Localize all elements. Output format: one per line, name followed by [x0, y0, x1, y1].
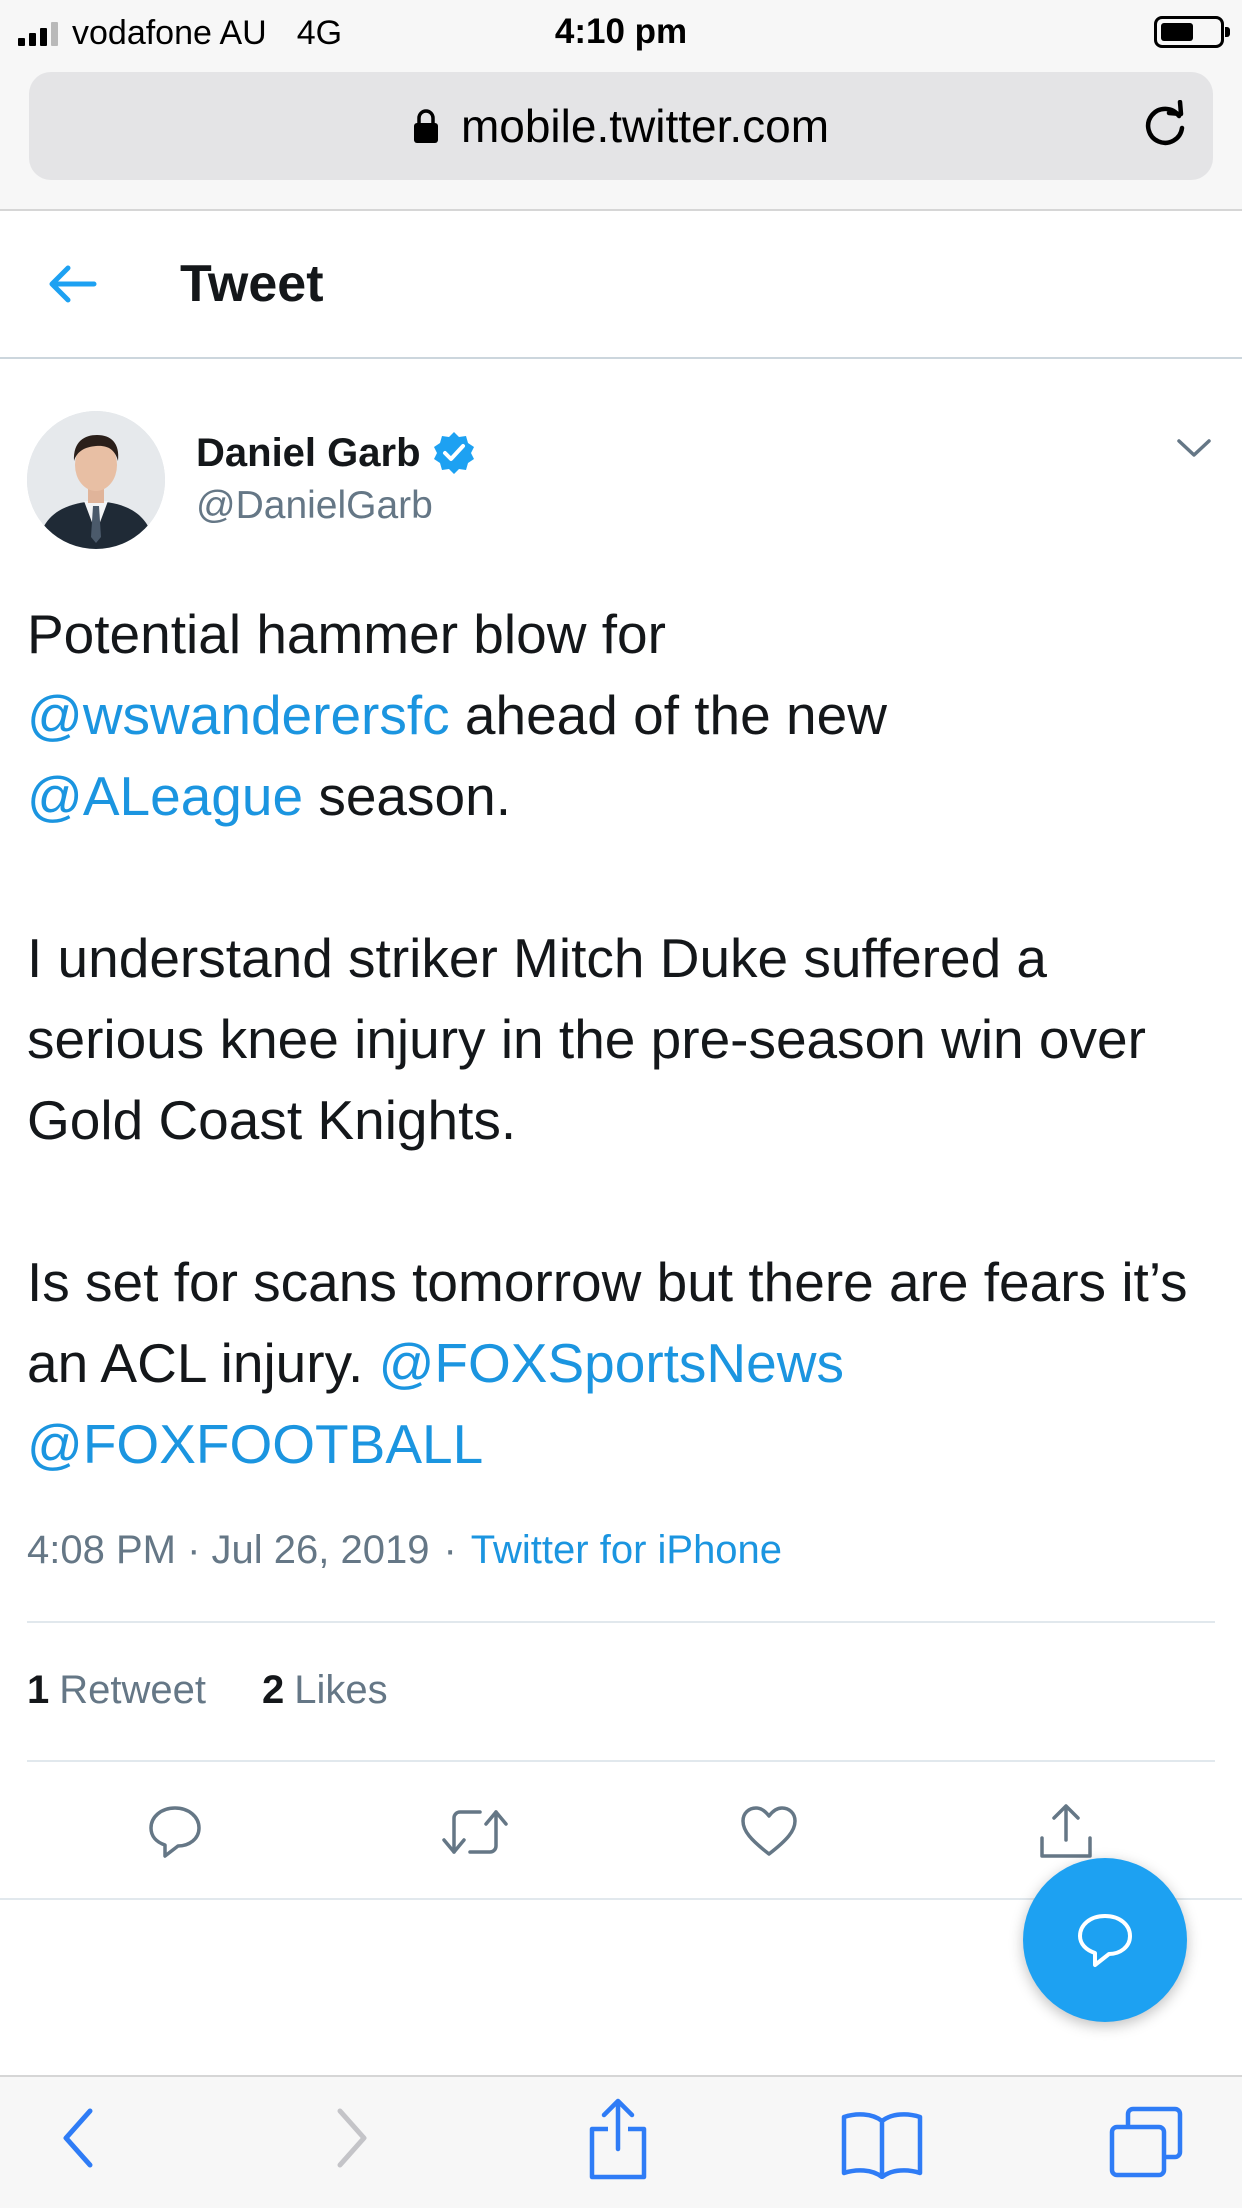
tweet-text-part: ahead of the new — [449, 684, 887, 746]
status-bar: vodafone AU 4G 4:10 pm — [0, 0, 1242, 64]
chevron-down-icon[interactable] — [1175, 433, 1213, 463]
tabs-icon[interactable] — [1106, 2105, 1186, 2186]
status-time: 4:10 pm — [554, 12, 688, 51]
browser-top: mobile.twitter.com — [0, 64, 1242, 211]
tweet-actions — [0, 1800, 1242, 1870]
battery-level — [1161, 23, 1193, 41]
like-stat[interactable]: 2 Likes — [262, 1668, 388, 1713]
reload-icon[interactable] — [1139, 99, 1191, 152]
compose-reply-icon — [1078, 1914, 1132, 1967]
tweet-meta: 4:08 PM · Jul 26, 2019 · Twitter for iPh… — [27, 1528, 782, 1573]
mention-link[interactable]: @ALeague — [27, 765, 303, 827]
share-icon[interactable] — [586, 2097, 650, 2186]
retweet-count: 1 — [27, 1668, 50, 1712]
url-inner: mobile.twitter.com — [29, 72, 1213, 180]
divider — [27, 1621, 1215, 1623]
mention-link[interactable]: @FOXSportsNews — [379, 1332, 844, 1394]
mention-link[interactable]: @FOXFOOTBALL — [27, 1413, 483, 1475]
tweet-source[interactable]: Twitter for iPhone — [471, 1528, 782, 1573]
url-text: mobile.twitter.com — [460, 100, 830, 152]
compose-reply-button[interactable] — [1023, 1858, 1187, 2022]
tweet-stats: 1 Retweet 2 Likes — [27, 1668, 444, 1713]
arrow-left-icon[interactable] — [44, 259, 100, 309]
divider — [27, 1760, 1215, 1762]
share-icon[interactable] — [1034, 1800, 1098, 1864]
battery-icon — [1154, 16, 1230, 48]
tweet-text-part: season. — [303, 765, 511, 827]
avatar[interactable] — [27, 411, 165, 549]
retweet-icon[interactable] — [440, 1800, 510, 1864]
browser-toolbar — [0, 2075, 1242, 2208]
meta-separator: · — [443, 1528, 457, 1572]
bookmarks-icon[interactable] — [840, 2109, 924, 2184]
author-name[interactable]: Daniel Garb — [196, 430, 477, 476]
retweet-stat[interactable]: 1 Retweet — [27, 1668, 206, 1713]
like-label: Likes — [294, 1668, 388, 1712]
like-count: 2 — [262, 1668, 285, 1712]
url-bar[interactable]: mobile.twitter.com — [29, 72, 1213, 180]
author-handle[interactable]: @DanielGarb — [196, 484, 433, 528]
tweet-text-part: Potential hammer blow for — [27, 603, 666, 665]
tweet-text: Potential hammer blow for @wswanderersfc… — [27, 594, 1227, 1485]
tweet-timestamp[interactable]: 4:08 PM · Jul 26, 2019 — [27, 1528, 429, 1573]
reply-icon[interactable] — [143, 1800, 207, 1864]
verified-badge-icon — [431, 430, 477, 476]
mention-link[interactable]: @wswanderersfc — [27, 684, 450, 746]
author-name-text: Daniel Garb — [196, 430, 421, 475]
page-header: Tweet — [0, 211, 1242, 359]
tweet-text-part: I understand striker Mitch Duke suffered… — [27, 927, 1162, 1151]
lock-icon — [413, 108, 439, 144]
forward-icon[interactable] — [332, 2105, 372, 2176]
retweet-label: Retweet — [59, 1668, 206, 1712]
back-icon[interactable] — [58, 2105, 98, 2176]
like-icon[interactable] — [737, 1800, 801, 1864]
page-title: Tweet — [180, 255, 324, 313]
